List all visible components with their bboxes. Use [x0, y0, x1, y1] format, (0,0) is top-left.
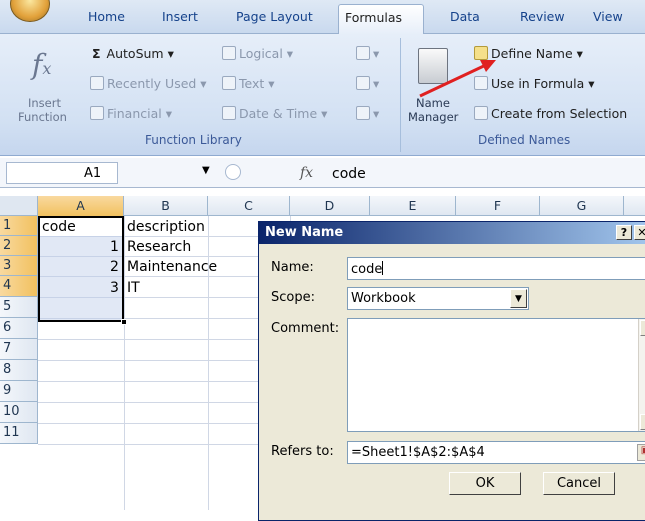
scope-value: Workbook: [351, 291, 416, 306]
refers-to-input[interactable]: =Sheet1!$A$2:$A$4 ▣: [347, 441, 645, 464]
new-name-dialog: New Name ? ✕ Name: code Scope: Workbook …: [258, 221, 645, 521]
row-header-10[interactable]: 10: [0, 402, 38, 423]
refers-to-label: Refers to:: [271, 444, 334, 459]
row-header-5[interactable]: 5: [0, 297, 38, 318]
dialog-title: New Name: [265, 225, 344, 240]
help-button[interactable]: ?: [616, 225, 632, 240]
column-header-a[interactable]: A: [38, 196, 124, 216]
row-header-11[interactable]: 11: [0, 423, 38, 444]
name-input[interactable]: code: [347, 257, 645, 280]
cell-b4[interactable]: IT: [127, 280, 140, 296]
scope-label: Scope:: [271, 290, 315, 305]
cell-b2[interactable]: Research: [127, 239, 191, 255]
cell-b3[interactable]: Maintenance: [127, 259, 217, 275]
dialog-title-bar[interactable]: New Name: [259, 222, 645, 244]
row-header-4[interactable]: 4: [0, 276, 38, 297]
comment-textarea[interactable]: ▲ ▼: [347, 318, 645, 432]
ok-button[interactable]: OK: [449, 472, 521, 495]
name-input-value: code: [351, 262, 383, 277]
column-header-d[interactable]: D: [290, 196, 370, 216]
column-header-e[interactable]: E: [370, 196, 456, 216]
cell-b1[interactable]: description: [127, 219, 205, 235]
column-header-b[interactable]: B: [124, 196, 208, 216]
name-box-dropdown-icon[interactable]: ▼: [202, 165, 210, 176]
chevron-down-icon[interactable]: ▼: [510, 289, 527, 308]
close-button[interactable]: ✕: [634, 225, 645, 240]
name-box-value: A1: [84, 166, 102, 181]
column-header-f[interactable]: F: [456, 196, 540, 216]
refers-to-value: =Sheet1!$A$2:$A$4: [351, 445, 485, 460]
fill-handle[interactable]: [121, 319, 127, 325]
text-cursor: [382, 261, 384, 275]
row-header-3[interactable]: 3: [0, 256, 38, 276]
scroll-up-icon[interactable]: ▲: [640, 320, 645, 336]
row-header-8[interactable]: 8: [0, 360, 38, 381]
comment-label: Comment:: [271, 321, 340, 336]
scope-select[interactable]: Workbook ▼: [347, 287, 529, 310]
row-header-2[interactable]: 2: [0, 236, 38, 256]
column-header-c[interactable]: C: [208, 196, 290, 216]
insert-function-icon[interactable]: fx: [300, 165, 313, 181]
column-headers: A B C D E F G: [0, 196, 645, 216]
name-box[interactable]: [6, 162, 118, 184]
collapse-dialog-icon[interactable]: ▣: [637, 444, 645, 461]
formula-cancel-icon[interactable]: [225, 164, 241, 180]
row-header-1[interactable]: 1: [0, 216, 38, 236]
cancel-button[interactable]: Cancel: [543, 472, 615, 495]
formula-input[interactable]: code: [332, 166, 366, 182]
gridline: [124, 216, 125, 510]
cell-a3[interactable]: 2: [110, 259, 119, 275]
row-header-9[interactable]: 9: [0, 381, 38, 402]
select-all-corner[interactable]: [0, 196, 38, 216]
row-header-6[interactable]: 6: [0, 318, 38, 339]
cell-a1[interactable]: code: [42, 219, 76, 235]
column-header-g[interactable]: G: [540, 196, 624, 216]
scroll-down-icon[interactable]: ▼: [640, 414, 645, 430]
row-header-7[interactable]: 7: [0, 339, 38, 360]
comment-scrollbar[interactable]: ▲ ▼: [638, 319, 645, 431]
cell-a4[interactable]: 3: [110, 280, 119, 296]
cell-a2[interactable]: 1: [110, 239, 119, 255]
name-label: Name:: [271, 260, 314, 275]
